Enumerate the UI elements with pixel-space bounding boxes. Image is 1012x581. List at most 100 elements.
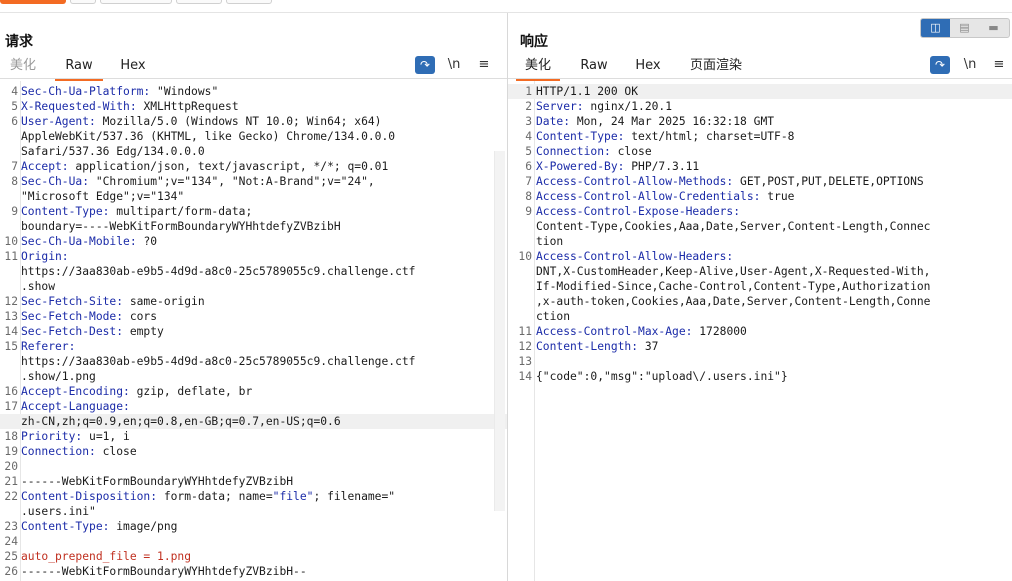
header-value: boundary=----WebKitFormBoundaryWYHhtdefy…: [21, 220, 341, 233]
line-text: Sec-Ch-Ua-Mobile: ?0: [21, 234, 157, 249]
wrap-lines-icon[interactable]: ↷: [930, 56, 950, 74]
code-line[interactable]: 11 Origin:: [0, 249, 507, 264]
code-line[interactable]: Safari/537.36 Edg/134.0.0.0: [0, 144, 507, 159]
code-line[interactable]: 6 User-Agent: Mozilla/5.0 (Windows NT 10.…: [0, 114, 507, 129]
menu-icon[interactable]: ≡: [989, 56, 1009, 74]
tab-raw[interactable]: Raw: [574, 57, 614, 79]
code-line[interactable]: 20: [0, 459, 507, 474]
code-line[interactable]: 11 Access-Control-Max-Age: 1728000: [508, 324, 1012, 339]
tab-hex[interactable]: Hex: [114, 57, 152, 79]
newline-toggle[interactable]: \n: [960, 56, 980, 74]
code-line[interactable]: https://3aa830ab-e9b5-4d9d-a8c0-25c57890…: [0, 354, 507, 369]
code-line[interactable]: 13: [508, 354, 1012, 369]
code-line[interactable]: 23 Content-Type: image/png: [0, 519, 507, 534]
line-text: Connection: close: [21, 444, 137, 459]
code-line[interactable]: zh-CN,zh;q=0.9,en;q=0.8,en-GB;q=0.7,en-U…: [0, 414, 507, 429]
code-line[interactable]: 5 Connection: close: [508, 144, 1012, 159]
code-line[interactable]: 25 auto_prepend_file = 1.png: [0, 549, 507, 564]
code-line[interactable]: 4 Content-Type: text/html; charset=UTF-8: [508, 129, 1012, 144]
code-line[interactable]: 13 Sec-Fetch-Mode: cors: [0, 309, 507, 324]
menu-icon[interactable]: ≡: [474, 56, 494, 74]
tab-render[interactable]: 页面渲染: [684, 57, 748, 79]
code-line[interactable]: 14 Sec-Fetch-Dest: empty: [0, 324, 507, 339]
code-line[interactable]: 16 Accept-Encoding: gzip, deflate, br: [0, 384, 507, 399]
code-line[interactable]: 1 HTTP/1.1 200 OK: [508, 84, 1012, 99]
code-line[interactable]: 9 Content-Type: multipart/form-data;: [0, 204, 507, 219]
code-line[interactable]: 15 Referer:: [0, 339, 507, 354]
header-name: Server:: [536, 100, 591, 113]
code-line[interactable]: 9 Access-Control-Expose-Headers:: [508, 204, 1012, 219]
code-line[interactable]: 12 Sec-Fetch-Site: same-origin: [0, 294, 507, 309]
line-text: https://3aa830ab-e9b5-4d9d-a8c0-25c57890…: [21, 354, 415, 369]
code-line[interactable]: 2 Server: nginx/1.20.1: [508, 99, 1012, 114]
code-line[interactable]: AppleWebKit/537.36 (KHTML, like Gecko) C…: [0, 129, 507, 144]
wrap-lines-icon[interactable]: ↷: [415, 56, 435, 74]
code-line[interactable]: "Microsoft Edge";v="134": [0, 189, 507, 204]
code-line[interactable]: 5 X-Requested-With: XMLHttpRequest: [0, 99, 507, 114]
header-value: nginx/1.20.1: [590, 100, 673, 113]
line-number: 8: [11, 175, 18, 188]
single-pane-icon[interactable]: ▬: [979, 19, 1008, 37]
send-button[interactable]: [0, 0, 66, 4]
code-line[interactable]: 10 Access-Control-Allow-Headers:: [508, 249, 1012, 264]
code-line[interactable]: 10 Sec-Ch-Ua-Mobile: ?0: [0, 234, 507, 249]
split-vertical-icon[interactable]: ▤: [950, 19, 979, 37]
request-scrollbar[interactable]: [494, 151, 505, 511]
cancel-button[interactable]: [70, 0, 96, 4]
line-text: ,x-auth-token,Cookies,Aaa,Date,Server,Co…: [536, 294, 930, 309]
code-line[interactable]: 18 Priority: u=1, i: [0, 429, 507, 444]
code-line[interactable]: 7 Accept: application/json, text/javascri…: [0, 159, 507, 174]
code-line[interactable]: 17 Accept-Language:: [0, 399, 507, 414]
code-line[interactable]: Content-Type,Cookies,Aaa,Date,Server,Con…: [508, 219, 1012, 234]
line-number: 4: [525, 130, 532, 143]
code-line[interactable]: 8 Access-Control-Allow-Credentials: true: [508, 189, 1012, 204]
code-line[interactable]: 8 Sec-Ch-Ua: "Chromium";v="134", "Not:A-B…: [0, 174, 507, 189]
line-number: 21: [4, 475, 18, 488]
header-value: ?0: [143, 235, 158, 248]
line-text: Sec-Fetch-Mode: cors: [21, 309, 157, 324]
response-editor[interactable]: 1 HTTP/1.1 200 OK 2 Server: nginx/1.20.1 3 Da…: [508, 81, 1012, 581]
header-name: X-Requested-With:: [21, 100, 144, 113]
code-line[interactable]: https://3aa830ab-e9b5-4d9d-a8c0-25c57890…: [0, 264, 507, 279]
tab-hex[interactable]: Hex: [628, 57, 668, 79]
code-line[interactable]: DNT,X-CustomHeader,Keep-Alive,User-Agent…: [508, 264, 1012, 279]
code-line[interactable]: 21 ------WebKitFormBoundaryWYHhtdefyZVBzi…: [0, 474, 507, 489]
history-forward-button[interactable]: [176, 0, 222, 4]
history-menu-button[interactable]: [226, 0, 272, 4]
line-number: 10: [518, 250, 532, 263]
code-line[interactable]: 14 {"code":0,"msg":"upload\/.users.ini"}: [508, 369, 1012, 384]
header-value: Content-Type,Cookies,Aaa,Date,Server,Con…: [536, 220, 931, 233]
header-name: User-Agent:: [21, 115, 103, 128]
header-name: Access-Control-Expose-Headers:: [536, 205, 747, 218]
code-line[interactable]: 7 Access-Control-Allow-Methods: GET,POST,…: [508, 174, 1012, 189]
newline-toggle[interactable]: \n: [444, 56, 464, 74]
line-number: 23: [4, 520, 18, 533]
code-line[interactable]: .show/1.png: [0, 369, 507, 384]
header-value: "Microsoft Edge";v="134": [21, 190, 185, 203]
request-editor[interactable]: 4 Sec-Ch-Ua-Platform: "Windows" 5 X-Request…: [0, 81, 507, 581]
line-number: 13: [4, 310, 18, 323]
code-line[interactable]: 3 Date: Mon, 24 Mar 2025 16:32:18 GMT: [508, 114, 1012, 129]
header-name: Access-Control-Allow-Headers:: [536, 250, 741, 263]
code-line[interactable]: 26 ------WebKitFormBoundaryWYHhtdefyZVBzi…: [0, 564, 507, 579]
code-line[interactable]: 22 Content-Disposition: form-data; name="…: [0, 489, 507, 504]
history-back-button[interactable]: [100, 0, 172, 4]
code-line[interactable]: 24: [0, 534, 507, 549]
code-line[interactable]: 4 Sec-Ch-Ua-Platform: "Windows": [0, 84, 507, 99]
code-line[interactable]: ,x-auth-token,Cookies,Aaa,Date,Server,Co…: [508, 294, 1012, 309]
code-line[interactable]: 19 Connection: close: [0, 444, 507, 459]
code-line[interactable]: ction: [508, 309, 1012, 324]
split-horizontal-icon[interactable]: ◫: [921, 19, 950, 37]
code-line[interactable]: .users.ini": [0, 504, 507, 519]
top-toolbar: [0, 0, 1012, 13]
code-line[interactable]: 6 X-Powered-By: PHP/7.3.11: [508, 159, 1012, 174]
header-name: Accept-Encoding:: [21, 385, 137, 398]
code-line[interactable]: If-Modified-Since,Cache-Control,Content-…: [508, 279, 1012, 294]
header-name: Access-Control-Allow-Methods:: [536, 175, 741, 188]
code-line[interactable]: 12 Content-Length: 37: [508, 339, 1012, 354]
code-line[interactable]: tion: [508, 234, 1012, 249]
code-line[interactable]: .show: [0, 279, 507, 294]
header-name: Access-Control-Max-Age:: [536, 325, 700, 338]
tab-pretty[interactable]: 美化: [5, 57, 41, 79]
code-line[interactable]: boundary=----WebKitFormBoundaryWYHhtdefy…: [0, 219, 507, 234]
